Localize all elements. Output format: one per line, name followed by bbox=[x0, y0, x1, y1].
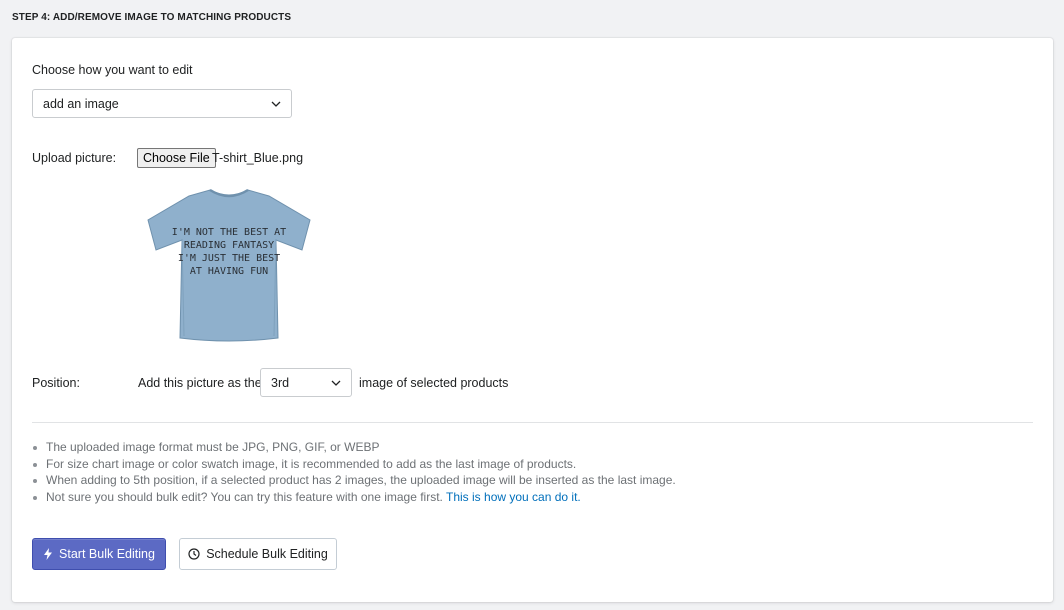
position-label: Position: bbox=[32, 376, 80, 390]
position-prefix: Add this picture as the bbox=[138, 376, 262, 390]
how-to-link[interactable]: This is how you can do it. bbox=[446, 490, 581, 504]
clock-icon bbox=[188, 548, 200, 560]
file-name: T-shirt_Blue.png bbox=[212, 151, 304, 165]
edit-mode-value: add an image bbox=[43, 97, 119, 111]
position-select[interactable]: 3rd bbox=[260, 368, 352, 397]
list-item: When adding to 5th position, if a select… bbox=[32, 472, 1032, 489]
position-suffix: image of selected products bbox=[359, 376, 509, 390]
step-title: STEP 4: ADD/REMOVE IMAGE TO MATCHING PRO… bbox=[12, 12, 292, 23]
start-bulk-editing-label: Start Bulk Editing bbox=[59, 547, 155, 561]
shirt-print-line-2: READING FANTASY bbox=[184, 240, 274, 251]
chevron-down-icon bbox=[271, 101, 281, 107]
edit-mode-label: Choose how you want to edit bbox=[32, 63, 193, 77]
edit-mode-select[interactable]: add an image bbox=[32, 89, 292, 118]
shirt-print-line-1: I'M NOT THE BEST AT bbox=[172, 227, 286, 238]
divider bbox=[32, 422, 1033, 423]
upload-label: Upload picture: bbox=[32, 151, 117, 165]
schedule-bulk-editing-button[interactable]: Schedule Bulk Editing bbox=[179, 538, 337, 570]
shirt-print-line-4: AT HAVING FUN bbox=[190, 266, 268, 277]
position-value: 3rd bbox=[271, 376, 290, 390]
start-bulk-editing-button[interactable]: Start Bulk Editing bbox=[32, 538, 166, 570]
shirt-print-line-3: I'M JUST THE BEST bbox=[178, 253, 280, 264]
notes-list: The uploaded image format must be JPG, P… bbox=[32, 439, 1032, 505]
lightning-icon bbox=[44, 548, 53, 560]
list-item: Not sure you should bulk edit? You can t… bbox=[32, 489, 1032, 506]
note-text: Not sure you should bulk edit? You can t… bbox=[46, 489, 443, 504]
tshirt-preview-image: I'M NOT THE BEST AT READING FANTASY I'M … bbox=[147, 188, 311, 342]
list-item: For size chart image or color swatch ima… bbox=[32, 456, 1032, 473]
schedule-bulk-editing-label: Schedule Bulk Editing bbox=[206, 547, 328, 561]
list-item: The uploaded image format must be JPG, P… bbox=[32, 439, 1032, 456]
edit-card: Choose how you want to edit add an image… bbox=[12, 38, 1053, 602]
choose-file-button[interactable]: Choose File bbox=[137, 148, 216, 168]
chevron-down-icon bbox=[331, 380, 341, 386]
